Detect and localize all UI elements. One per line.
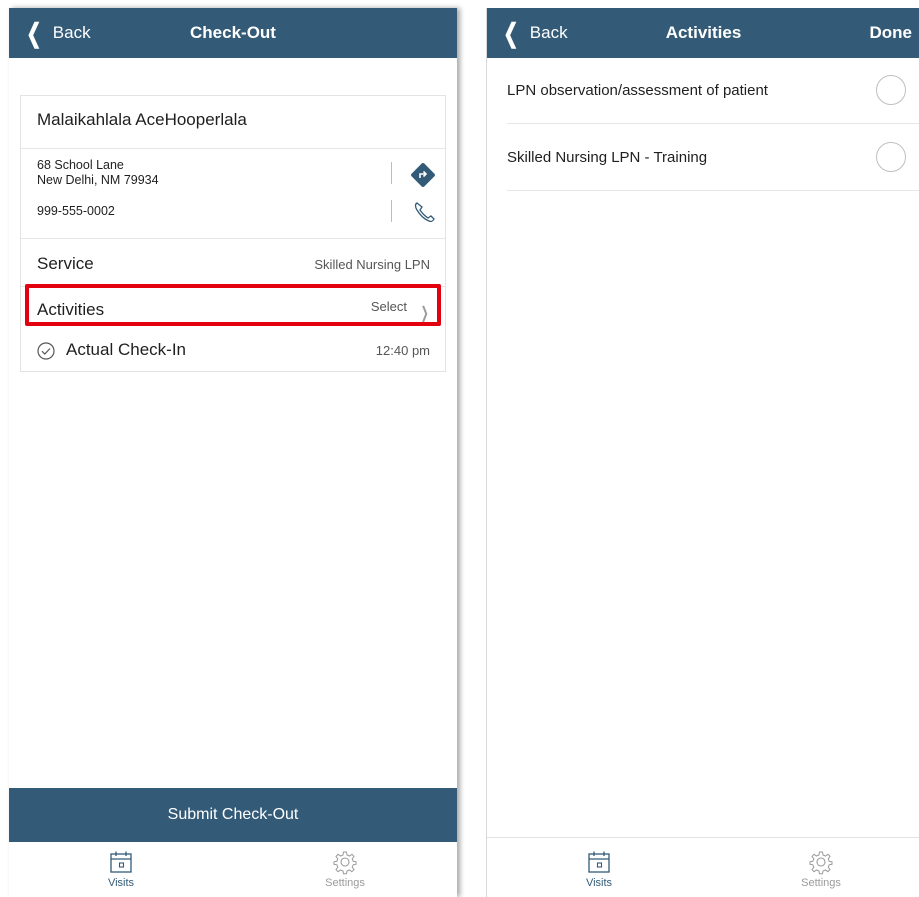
divider [487, 837, 919, 838]
client-address: 68 School Lane New Delhi, NM 79934 [37, 158, 159, 188]
gear-icon [333, 851, 357, 875]
back-label: Back [52, 23, 91, 42]
tab-label: Settings [801, 877, 841, 889]
tab-visits[interactable]: Visits [539, 842, 659, 897]
radio-button[interactable] [876, 75, 906, 105]
checkin-label: Actual Check-In [66, 340, 186, 359]
visit-card: Malaikahlala AceHooperlala 68 School Lan… [20, 95, 446, 372]
tab-bar: Visits Settings [487, 842, 919, 897]
calendar-icon [588, 851, 610, 873]
phone-icon[interactable] [411, 199, 437, 225]
activity-label: Skilled Nursing LPN - Training [507, 149, 708, 166]
directions-icon[interactable] [410, 162, 436, 188]
service-value: Skilled Nursing LPN [314, 257, 430, 272]
tab-label: Visits [107, 877, 135, 889]
list-item[interactable]: Skilled Nursing LPN - Training [507, 125, 919, 191]
divider [507, 190, 919, 191]
submit-checkout-button[interactable]: Submit Check-Out [9, 788, 457, 842]
list-item[interactable]: LPN observation/assessment of patient [507, 58, 919, 124]
tab-visits[interactable]: Visits [61, 842, 181, 897]
divider [21, 148, 445, 149]
divider [391, 162, 392, 184]
gear-icon [809, 851, 833, 875]
checkout-screen: ❮ Back Check-Out Malaikahlala AceHooperl… [9, 8, 457, 897]
radio-button[interactable] [876, 142, 906, 172]
activities-select-value[interactable]: Select [371, 299, 407, 314]
divider [21, 238, 445, 239]
client-name: Malaikahlala AceHooperlala [37, 110, 247, 129]
back-button[interactable]: ❮ Back [500, 8, 568, 58]
back-button[interactable]: ❮ Back [23, 8, 91, 58]
address-line1: 68 School Lane [37, 158, 124, 172]
check-circle-icon [37, 342, 55, 360]
tab-label: Settings [325, 877, 365, 889]
chevron-right-icon: ❯ [420, 305, 429, 322]
address-line2: New Delhi, NM 79934 [37, 173, 159, 187]
done-button[interactable]: Done [870, 8, 913, 58]
service-label: Service [37, 254, 94, 273]
activities-label: Activities [37, 300, 105, 319]
activity-label: LPN observation/assessment of patient [507, 82, 768, 99]
client-phone: 999-555-0002 [37, 204, 115, 218]
tab-bar: Visits Settings [9, 842, 457, 897]
divider [507, 123, 919, 124]
nav-bar: ❮ Back Activities Done [487, 8, 919, 58]
tab-label: Visits [585, 877, 613, 889]
checkin-time: 12:40 pm [375, 343, 430, 358]
tab-settings[interactable]: Settings [761, 842, 881, 897]
nav-bar: ❮ Back Check-Out [9, 8, 457, 58]
divider [391, 200, 392, 222]
activities-screen: ❮ Back Activities Done LPN observation/a… [486, 8, 919, 897]
chevron-left-icon: ❮ [503, 18, 519, 48]
chevron-left-icon: ❮ [26, 18, 42, 48]
calendar-icon [110, 851, 132, 873]
back-label: Back [529, 23, 568, 42]
tab-settings[interactable]: Settings [285, 842, 405, 897]
